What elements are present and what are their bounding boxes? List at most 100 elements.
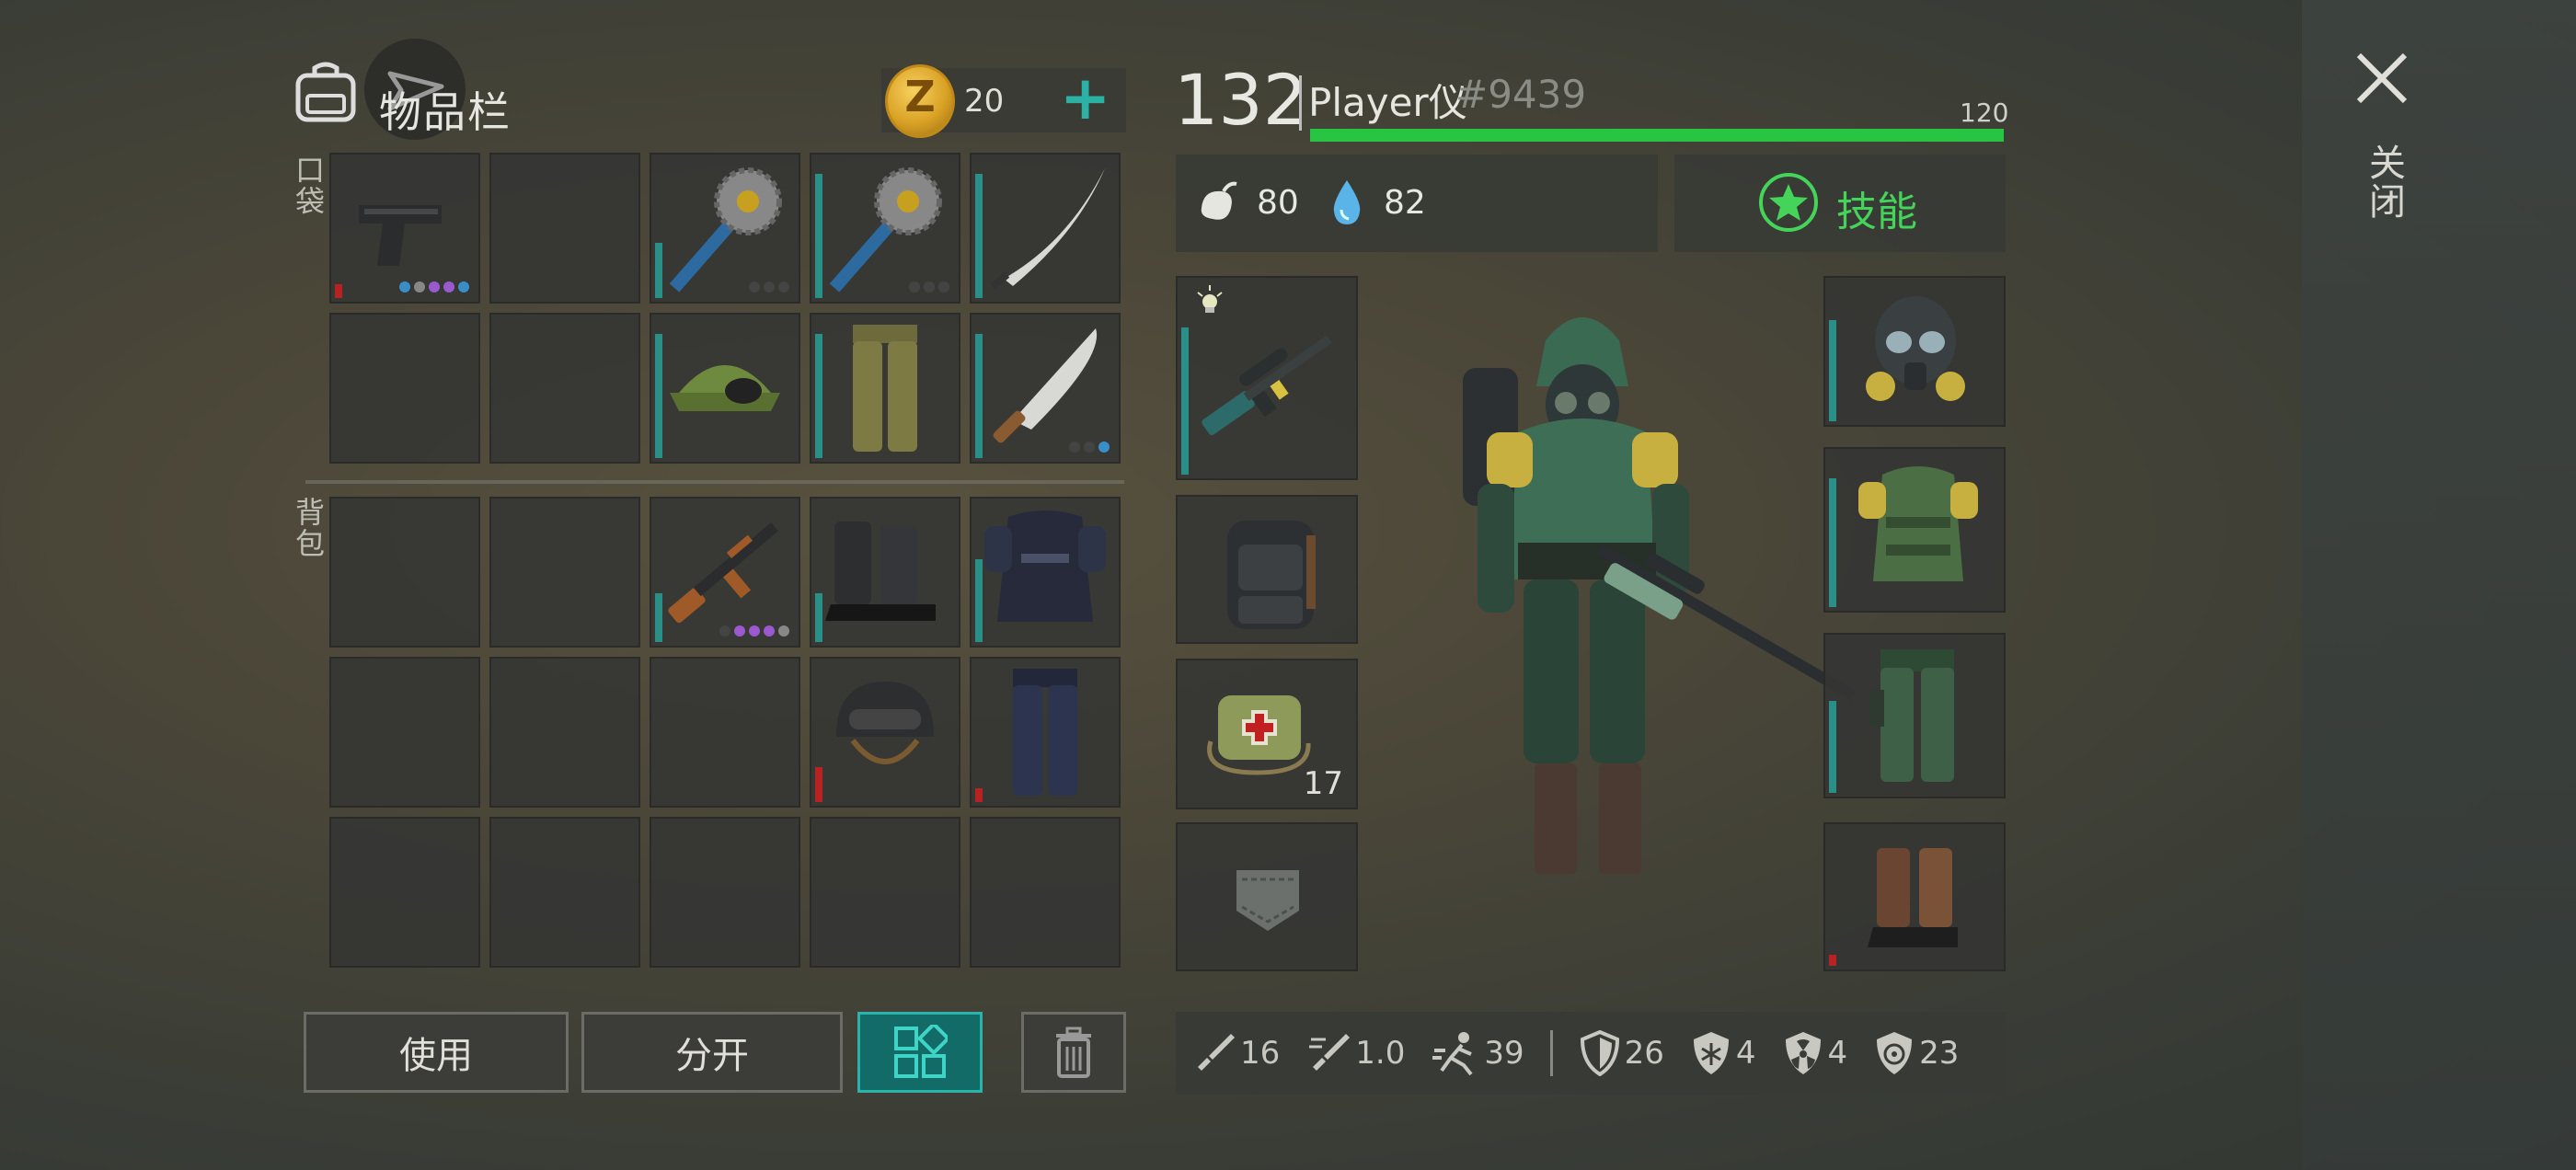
backpack-slot[interactable] xyxy=(810,657,960,808)
durability-bar xyxy=(1829,320,1836,421)
backpack-slot[interactable] xyxy=(489,817,640,968)
rarity-dot xyxy=(414,281,425,292)
attack-speed-stat: 1.0 xyxy=(1305,1030,1405,1076)
pockets-grid xyxy=(329,153,1121,464)
cap-with-goggles-icon xyxy=(651,315,799,462)
rarity-dot xyxy=(749,281,760,292)
pocket-slot[interactable] xyxy=(329,313,480,464)
backpack-slot[interactable] xyxy=(489,497,640,648)
backpack-slot[interactable] xyxy=(810,817,960,968)
camo-pants-icon xyxy=(811,315,959,462)
pocket-slot[interactable] xyxy=(810,313,960,464)
side-strip xyxy=(2302,0,2576,1170)
rarity-dot xyxy=(1098,442,1110,453)
add-currency-button[interactable]: + xyxy=(1060,66,1110,131)
sniper-rifle-icon xyxy=(1202,335,1332,436)
running-icon xyxy=(1432,1032,1473,1076)
pockets-label: 口袋 xyxy=(291,155,326,217)
close-button[interactable] xyxy=(2352,48,2412,109)
backpack-slot[interactable] xyxy=(810,497,960,648)
sort-button[interactable] xyxy=(857,1012,983,1093)
rarity-dots xyxy=(399,281,469,292)
rarity-dot xyxy=(1084,442,1095,453)
hunger-icon xyxy=(1194,175,1240,234)
rarity-dots xyxy=(719,625,789,637)
tactical-backpack-icon xyxy=(1227,521,1316,629)
rarity-dot xyxy=(443,281,454,292)
coin-symbol: Z xyxy=(904,72,936,121)
backpack-slot[interactable] xyxy=(970,657,1121,808)
split-button[interactable]: 分开 xyxy=(581,1012,843,1093)
backpack-slot[interactable] xyxy=(650,657,800,808)
name-separator xyxy=(1299,75,1302,131)
trash-icon xyxy=(1056,1027,1091,1078)
legs-slot[interactable] xyxy=(1823,633,2006,798)
thirst-value: 82 xyxy=(1384,184,1426,222)
rarity-dot xyxy=(749,625,760,637)
inventory-title: 物品栏 xyxy=(379,87,512,137)
pocket-slot[interactable] xyxy=(970,153,1121,304)
backpack-slot[interactable] xyxy=(970,497,1121,648)
backpack-slot[interactable] xyxy=(650,497,800,648)
durability-bar xyxy=(1829,701,1836,793)
medkit-count: 17 xyxy=(1303,765,1343,802)
feet-slot[interactable] xyxy=(1823,822,2006,971)
snowflake-shield-icon xyxy=(1693,1032,1729,1074)
shield-icon xyxy=(1580,1030,1619,1076)
backpack-label: 背包 xyxy=(291,497,326,559)
pocket-slot[interactable] xyxy=(489,313,640,464)
backpack-slot[interactable] xyxy=(489,657,640,808)
sword-icon xyxy=(1198,1034,1235,1071)
rarity-dot xyxy=(458,281,469,292)
green-pants-icon xyxy=(1869,649,1954,782)
skills-label: 技能 xyxy=(1836,189,1917,235)
cold-resistance-stat: 4 xyxy=(1690,1030,1756,1076)
backpack-slot[interactable] xyxy=(329,497,480,648)
pocket-slot[interactable] xyxy=(329,153,480,304)
body-slot[interactable] xyxy=(1823,447,2006,613)
ak-rifle-icon xyxy=(651,499,799,646)
weapon-slot[interactable] xyxy=(1176,276,1358,480)
head-slot[interactable] xyxy=(1823,276,2006,427)
medkit-slot[interactable]: 17 xyxy=(1176,659,1358,809)
pocket-slot[interactable] xyxy=(1176,822,1358,971)
use-button[interactable]: 使用 xyxy=(304,1012,569,1093)
pocket-slot[interactable] xyxy=(810,153,960,304)
saw-mace-icon xyxy=(651,155,799,302)
rarity-dot xyxy=(778,281,789,292)
backpack-slot[interactable] xyxy=(329,817,480,968)
rarity-dot xyxy=(734,625,745,637)
movement-speed-stat: 39 xyxy=(1431,1030,1524,1076)
pocket-slot[interactable] xyxy=(650,313,800,464)
backpack-slot[interactable] xyxy=(1176,495,1358,644)
hunger-value: 80 xyxy=(1257,184,1299,222)
gas-mask-icon xyxy=(1866,296,1965,401)
backpack-slot[interactable] xyxy=(650,817,800,968)
backpack-slot[interactable] xyxy=(329,657,480,808)
close-icon xyxy=(2356,52,2408,104)
katana-icon xyxy=(972,155,1119,302)
police-vest-icon xyxy=(972,499,1119,646)
pocket-slot[interactable] xyxy=(970,313,1121,464)
backpack-grid xyxy=(329,497,1121,968)
backpack-icon xyxy=(293,61,359,123)
rarity-dots xyxy=(909,281,949,292)
close-label[interactable]: 关闭 xyxy=(2357,143,2410,221)
rarity-dot xyxy=(924,281,935,292)
rarity-dot xyxy=(764,281,775,292)
pocket-slot[interactable] xyxy=(489,153,640,304)
damage-stat: 16 xyxy=(1190,1030,1280,1076)
combat-stats-bar: 16 1.0 39 26 4 4 23 xyxy=(1176,1012,2006,1095)
rarity-dot xyxy=(1069,442,1080,453)
trash-button[interactable] xyxy=(1021,1012,1126,1093)
star-icon xyxy=(1757,171,1820,237)
pocket-slot[interactable] xyxy=(650,153,800,304)
combat-boots-icon xyxy=(811,499,959,646)
rarity-dot xyxy=(719,625,730,637)
stats-separator xyxy=(1549,1030,1553,1076)
biohazard-shield-icon xyxy=(1877,1032,1913,1074)
radiation-shield-icon xyxy=(1785,1032,1821,1074)
backpack-slot[interactable] xyxy=(970,817,1121,968)
xp-value: 120 xyxy=(1960,98,2009,128)
coin-amount: 20 xyxy=(964,83,1005,120)
